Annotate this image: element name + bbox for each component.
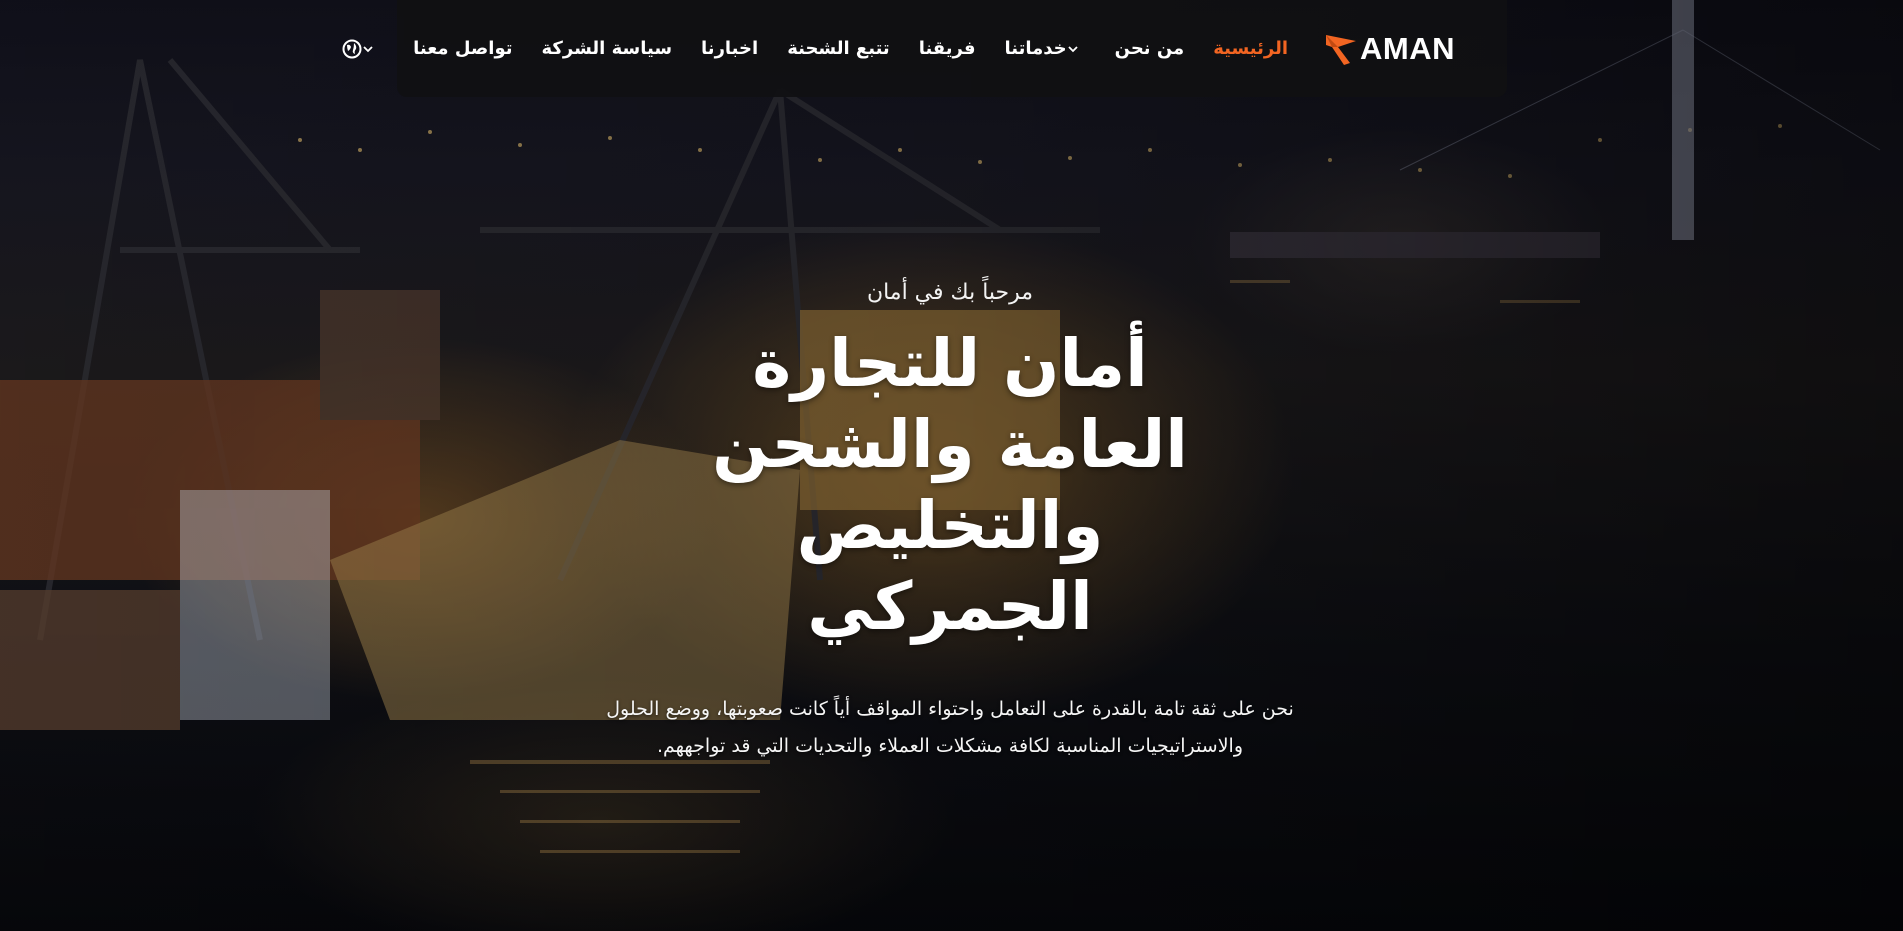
hero-section: AMAN الرئيسية من نحن خدماتنا فريقنا تتبع… (0, 0, 1903, 931)
nav-item-home[interactable]: الرئيسية (1213, 38, 1288, 59)
globe-icon (342, 39, 362, 58)
brand-name: AMAN (1360, 30, 1455, 66)
language-switcher[interactable] (342, 39, 384, 59)
hero-headline: أمان للتجارة العامة والشحن والتخليص الجم… (712, 325, 1188, 645)
hero-welcome-text: مرحباً بك في أمان (866, 280, 1034, 305)
hero-content: مرحباً بك في أمان أمان للتجارة العامة وا… (570, 280, 1330, 765)
nav-menu: الرئيسية من نحن خدماتنا فريقنا تتبع الشح… (342, 38, 1288, 59)
logo-mark-icon (1326, 34, 1356, 65)
nav-item-news[interactable]: اخبارنا (701, 38, 758, 59)
nav-item-track-shipment[interactable]: تتبع الشحنة (787, 38, 890, 59)
nav-item-services-label: خدماتنا (1004, 38, 1067, 59)
hero-description: نحن على ثقة تامة بالقدرة على التعامل واح… (606, 698, 1294, 757)
nav-item-contact[interactable]: تواصل معنا (413, 38, 512, 59)
nav-item-about[interactable]: من نحن (1115, 38, 1185, 59)
nav-item-company-policy[interactable]: سياسة الشركة (542, 38, 673, 59)
nav-item-services[interactable]: خدماتنا (1005, 38, 1086, 59)
nav-item-team[interactable]: فريقنا (919, 38, 976, 59)
main-navbar: AMAN الرئيسية من نحن خدماتنا فريقنا تتبع… (342, 0, 1507, 97)
language-chevron-down-icon (363, 45, 373, 52)
chevron-down-icon (1068, 45, 1078, 52)
brand-logo[interactable]: AMAN (1324, 29, 1455, 69)
